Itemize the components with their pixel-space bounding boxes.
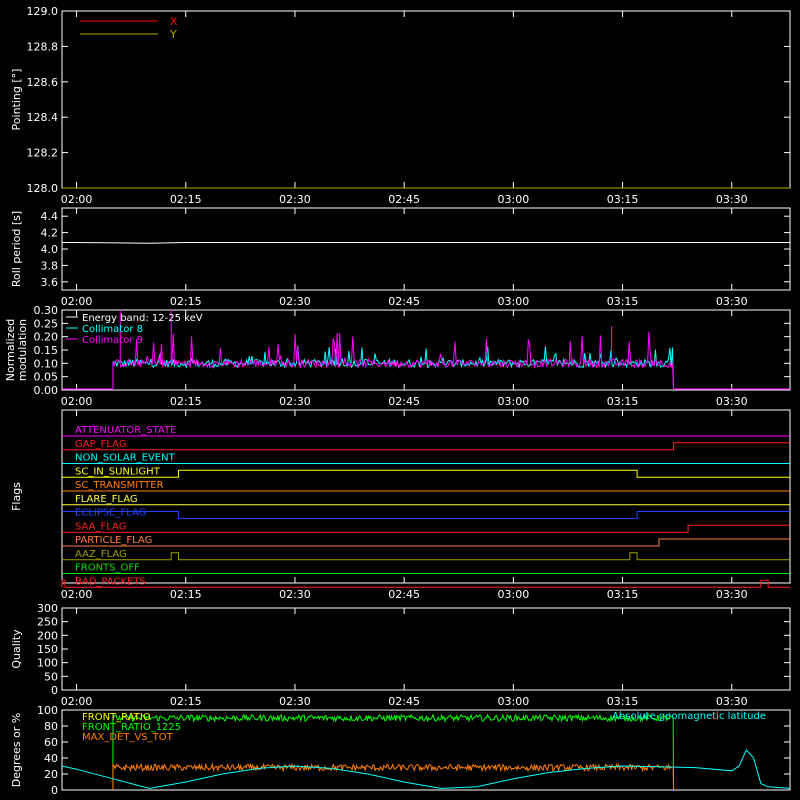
y-axis-label: Flags (10, 482, 23, 511)
y-tick-label: 0.15 (34, 344, 59, 357)
x-tick-label: 03:15 (607, 193, 639, 206)
y-tick-label: 128.0 (27, 182, 59, 195)
flag-label-eclipse-flag: ECLIPSE_FLAG (75, 508, 146, 519)
legend-label-geomagnetic-latitude: Absolute geomagnetic latitude (612, 711, 766, 722)
y-tick-label: 20 (44, 768, 58, 781)
y-tick-label: 128.6 (27, 76, 59, 89)
x-tick-label: 02:00 (61, 588, 93, 601)
x-tick-label: 03:30 (716, 193, 748, 206)
y-tick-label: 129.0 (27, 5, 59, 18)
y-tick-label: 0.25 (34, 317, 59, 330)
flag-label-particle-flag: PARTICLE_FLAG (75, 535, 152, 546)
legend-label-y: Y (169, 28, 177, 41)
y-tick-label: 0.30 (34, 304, 59, 317)
legend-label: MAX_DET_VS_TOT (82, 732, 174, 743)
flag-label-non-solar-event: NON_SOLAR_EVENT (75, 453, 176, 464)
x-tick-label: 02:45 (388, 193, 420, 206)
y-tick-label: 4.4 (41, 210, 59, 223)
x-tick-label: 02:45 (388, 295, 420, 308)
x-tick-label: 03:15 (607, 295, 639, 308)
x-tick-label: 03:00 (498, 395, 530, 408)
y-tick-label: 80 (44, 720, 58, 733)
x-tick-label: 02:00 (61, 193, 93, 206)
x-tick-label: 02:30 (279, 695, 311, 708)
y-tick-label: 150 (37, 643, 58, 656)
x-tick-label: 02:00 (61, 395, 93, 408)
flag-label-saa-flag: SAA_FLAG (75, 521, 126, 532)
x-tick-label: 02:30 (279, 588, 311, 601)
x-tick-label: 03:15 (607, 395, 639, 408)
y-tick-label: 128.8 (27, 40, 59, 53)
y-axis-label: Quality (10, 629, 23, 669)
y-tick-label: 100 (37, 704, 58, 717)
x-tick-label: 03:30 (716, 695, 748, 708)
x-tick-label: 02:30 (279, 295, 311, 308)
y-tick-label: 40 (44, 752, 58, 765)
x-tick-label: 03:00 (498, 295, 530, 308)
x-tick-label: 03:30 (716, 395, 748, 408)
x-tick-label: 02:15 (170, 193, 202, 206)
y-tick-label: 50 (44, 670, 58, 683)
y-tick-label: 0 (51, 684, 58, 697)
x-tick-label: 02:00 (61, 295, 93, 308)
y-axis-label: modulation (16, 319, 29, 381)
x-tick-label: 02:30 (279, 193, 311, 206)
legend-label-x: X (170, 15, 178, 28)
y-tick-label: 0.20 (34, 331, 59, 344)
x-tick-label: 02:15 (170, 695, 202, 708)
y-tick-label: 4.2 (41, 227, 59, 240)
y-tick-label: 0.00 (34, 384, 59, 397)
y-tick-label: 60 (44, 736, 58, 749)
y-tick-label: 128.2 (27, 147, 59, 160)
y-tick-label: 3.6 (41, 276, 59, 289)
x-tick-label: 03:00 (498, 588, 530, 601)
x-tick-label: 02:00 (61, 695, 93, 708)
y-tick-label: 100 (37, 657, 58, 670)
y-tick-label: 0.10 (34, 357, 59, 370)
y-axis-label: Pointing [°] (10, 69, 23, 131)
x-tick-label: 02:30 (279, 395, 311, 408)
y-tick-label: 200 (37, 629, 58, 642)
x-tick-label: 02:45 (388, 695, 420, 708)
legend-label: Collimator 8 (82, 324, 143, 335)
flag-label-fronts-off: FRONTS_OFF (75, 563, 140, 574)
flag-label-gap-flag: GAP_FLAG (75, 439, 127, 450)
y-tick-label: 250 (37, 616, 58, 629)
x-tick-label: 03:15 (607, 588, 639, 601)
x-tick-label: 02:15 (170, 395, 202, 408)
flag-label-sc-in-sunlight: SC_IN_SUNLIGHT (75, 466, 161, 477)
x-tick-label: 03:30 (716, 295, 748, 308)
x-tick-label: 02:45 (388, 395, 420, 408)
y-tick-label: 4.0 (41, 243, 59, 256)
y-tick-label: 0 (51, 784, 58, 797)
x-tick-label: 03:15 (607, 695, 639, 708)
x-tick-label: 03:00 (498, 695, 530, 708)
y-tick-label: 0.05 (34, 371, 59, 384)
chart-stage: 128.0 128.2 128.4 128.6 128.8 129.0 Pointing [… (0, 0, 800, 800)
x-tick-label: 03:30 (716, 588, 748, 601)
legend-label: Collimator 9 (82, 335, 143, 346)
y-axis-label: Roll period [s] (10, 211, 23, 287)
legend-label: Energy band: 12-25 keV (82, 313, 203, 324)
y-tick-label: 128.4 (27, 111, 59, 124)
flag-label-flare-flag: FLARE_FLAG (75, 494, 138, 505)
flag-label-aaz-flag: AAZ_FLAG (75, 549, 127, 560)
y-axis-label: Degrees or % (10, 713, 23, 787)
flag-label-bad-packets: BAD_PACKETS (75, 576, 146, 587)
flag-label-sc-transmitter: SC_TRANSMITTER (75, 480, 164, 491)
x-tick-label: 02:45 (388, 588, 420, 601)
x-tick-label: 02:15 (170, 295, 202, 308)
x-tick-label: 02:15 (170, 588, 202, 601)
y-tick-label: 3.8 (41, 259, 59, 272)
y-tick-label: 300 (37, 602, 58, 615)
flag-label-attenuator-state: ATTENUATOR_STATE (75, 425, 176, 436)
x-tick-label: 03:00 (498, 193, 530, 206)
